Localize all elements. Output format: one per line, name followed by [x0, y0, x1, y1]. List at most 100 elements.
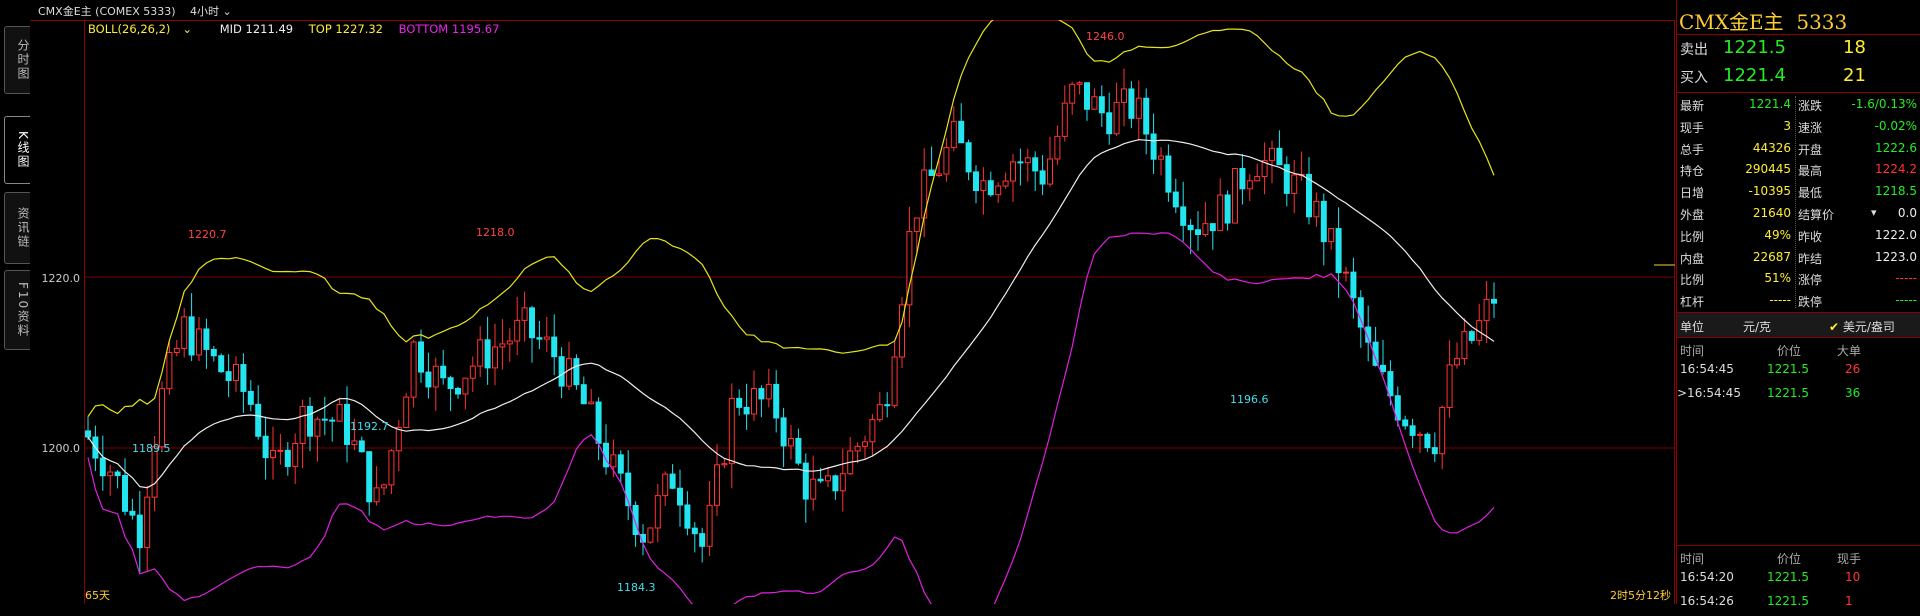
candle-body [1091, 96, 1098, 110]
unit-toggle[interactable]: ✔ 美元/盎司 [1829, 318, 1895, 335]
indicator-name[interactable]: BOLL(26,26,2) ⌄ [88, 22, 204, 36]
candle-body [1076, 82, 1083, 85]
candle-body [825, 475, 831, 482]
candle-body [573, 358, 580, 386]
candle-body [388, 450, 395, 486]
stat-label: 跌停 [1798, 295, 1823, 310]
candle-body [233, 364, 239, 382]
stat-panel-stats_right-8: 涨停 ----- [1795, 268, 1920, 290]
candle-body [99, 457, 106, 477]
candle-body [1357, 297, 1364, 328]
candle-body [307, 405, 313, 437]
stat-label: 昨收 [1798, 229, 1823, 244]
tab-f10[interactable]: F10资料 [4, 270, 30, 350]
candle-body [558, 356, 565, 387]
candle-body [240, 364, 247, 392]
candle-body [277, 449, 284, 452]
boll-mid: MID 1211.49 [219, 22, 294, 36]
stat-panel-stats_right-4: 最低 1218.5 [1795, 181, 1920, 203]
candle-body [1491, 298, 1497, 304]
candle-body [136, 514, 143, 549]
tab-kline[interactable]: K线图 [4, 116, 30, 184]
stat-label: 比例 [1680, 229, 1705, 244]
candle-body [1320, 200, 1327, 243]
candle-body [477, 339, 484, 367]
symbol-title: CMX金E主 (COMEX 5333) [38, 5, 176, 18]
candle-body [743, 406, 750, 415]
stat-label: 涨停 [1798, 273, 1823, 288]
candle-body [751, 388, 757, 415]
stat-panel-stats_left-7: 内盘 22687 [1677, 247, 1795, 269]
candle-body [1232, 167, 1238, 224]
candle-body [514, 319, 521, 342]
candle-body [1024, 157, 1031, 164]
stat-value: 1222.0 [1875, 227, 1917, 242]
candle-body [447, 377, 454, 390]
stat-panel-stats_left-2: 总手 44326 [1677, 138, 1795, 160]
candle-body [839, 473, 846, 492]
candle-body [647, 527, 654, 543]
candle-body [403, 396, 410, 428]
candle-body [484, 339, 491, 369]
candle-body [292, 443, 299, 467]
candle-body [1461, 331, 1468, 360]
stat-value: 3 [1783, 118, 1791, 133]
day-count: 65天 [85, 589, 110, 602]
high-label: 1220.7 [188, 228, 227, 241]
candle-body [529, 307, 535, 339]
period-dropdown[interactable]: 4小时 ⌄ [190, 3, 232, 19]
stat-panel-stats_right-5: 结算价 0.0 [1795, 203, 1920, 225]
stat-value: 1223.0 [1875, 249, 1917, 264]
kline-chart[interactable]: 1220.7 1218.0 1246.0 1189.5 1192.7 1184.3 1196… [84, 20, 1675, 604]
candle-body [1202, 223, 1209, 236]
candle-body [691, 527, 698, 535]
candle-body [455, 388, 461, 395]
trade-time: >16:54:45 [1677, 386, 1741, 400]
candle-body [381, 484, 387, 489]
tab-news[interactable]: 资讯链 [4, 192, 30, 264]
candle-body [188, 316, 195, 356]
price-axis: 1220.0 1200.0 [30, 20, 84, 604]
stat-label: 最低 [1798, 186, 1823, 201]
panel-title: CMX金E主 5333 [1679, 10, 1848, 34]
candle-body [321, 418, 328, 421]
candle-body [788, 437, 794, 447]
caret-down-icon[interactable]: ▾ [1871, 206, 1877, 219]
trade-row: 16:54:20 1221.5 10 [1677, 570, 1920, 592]
candle-body [1424, 433, 1431, 449]
candle-body [980, 180, 987, 191]
candle-body [1165, 155, 1172, 193]
candle-body [1239, 167, 1246, 190]
candle-body [85, 430, 91, 438]
stat-value: 0.0 [1897, 206, 1917, 220]
stat-value: 44326 [1752, 140, 1791, 155]
candle-body [1402, 419, 1409, 427]
candle-body [669, 473, 676, 489]
candle-body [351, 440, 358, 445]
candle-body [521, 307, 528, 321]
bigorder-header-qty: 大单 [1837, 344, 1862, 358]
stat-value: ----- [1895, 293, 1917, 308]
candle-body [299, 405, 306, 445]
high-label: 1218.0 [476, 226, 515, 239]
candle-body [344, 403, 350, 445]
stat-label: 总手 [1680, 142, 1705, 157]
view-tabs: 分时图 K线图 资讯链 F10资料 [0, 20, 30, 604]
tab-timeshare[interactable]: 分时图 [4, 26, 30, 94]
candle-body [684, 504, 691, 529]
candle-body [432, 365, 439, 388]
trade-time: 16:54:20 [1680, 570, 1734, 584]
candle-body [506, 340, 513, 345]
trade-qty: 1 [1845, 594, 1853, 608]
stat-value: 21640 [1752, 206, 1791, 220]
candle-body [1483, 298, 1490, 322]
stat-value: -10395 [1748, 184, 1791, 199]
candle-body [736, 397, 743, 408]
candle-body [721, 463, 728, 466]
candle-body [773, 383, 780, 419]
buy-price: 1221.4 [1723, 65, 1786, 86]
trade-qty: 10 [1845, 570, 1861, 584]
candle-body [536, 337, 543, 340]
boll-lower-line [87, 232, 1495, 604]
stat-label: 最新 [1680, 99, 1705, 113]
